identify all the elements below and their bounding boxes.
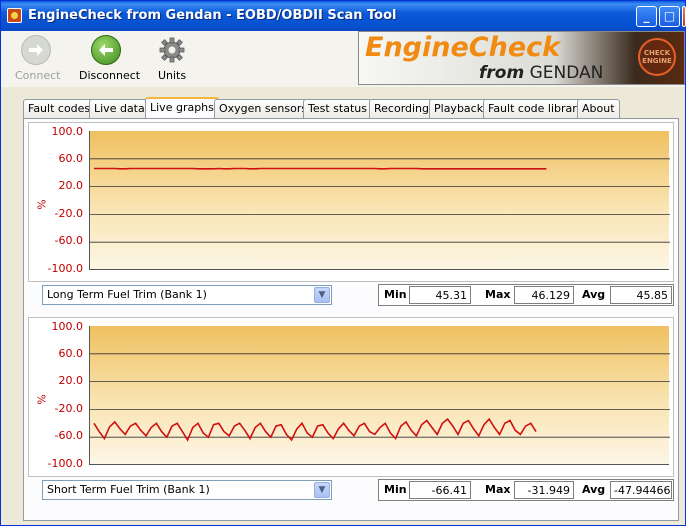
window-title: EngineCheck from Gendan - EOBD/OBDII Sca… (28, 8, 397, 23)
max-label: Max (485, 483, 511, 496)
plot-area-2 (89, 326, 670, 465)
graph-2-controls: Short Term Fuel Trim (Bank 1) ▼ Min -66.… (28, 477, 674, 503)
tab-fault-code-library[interactable]: Fault code library (483, 99, 589, 119)
tab-oxygen-sensors[interactable]: Oxygen sensors (214, 99, 313, 119)
avg-value: -47.94466 (610, 481, 672, 499)
minimize-button[interactable]: _ (636, 6, 657, 27)
y-tick: -60.0 (54, 234, 83, 247)
trace-chart-1 (90, 158, 670, 243)
y-tick: 100.0 (51, 320, 84, 333)
avg-value: 45.85 (610, 286, 672, 304)
enginecheck-logo: EngineCheck from GENDAN CHECK ENGINE (358, 31, 685, 85)
tab-fault-codes[interactable]: Fault codes (23, 99, 96, 119)
avg-label: Avg (582, 288, 606, 301)
graph-1-controls: Long Term Fuel Trim (Bank 1) ▼ Min 45.31… (28, 282, 674, 308)
tab-recording[interactable]: Recording (369, 99, 435, 119)
min-value: 45.31 (409, 286, 471, 304)
parameter-select-2[interactable]: Short Term Fuel Trim (Bank 1) ▼ (42, 480, 332, 500)
tab-live-data[interactable]: Live data (89, 99, 150, 119)
y-tick: 20.0 (58, 179, 84, 192)
y-tick: 60.0 (58, 152, 84, 165)
app-icon[interactable] (7, 8, 22, 23)
max-label: Max (485, 288, 511, 301)
connect-button[interactable]: Connect (15, 35, 61, 82)
y-tick: -100.0 (47, 262, 83, 275)
tab-test-status[interactable]: Test status (303, 99, 372, 119)
close-button[interactable]: ✕ (682, 6, 686, 27)
chevron-down-icon[interactable]: ▼ (314, 482, 330, 498)
graph-1: % 100.0 60.0 20.0 -20.0 -60.0 -100.0 (28, 122, 674, 282)
stats-box-2: Min -66.41 Max -31.949 Avg -47.94466 (378, 479, 674, 501)
check-engine-icon: CHECK ENGINE (638, 38, 676, 76)
max-value: -31.949 (514, 481, 574, 499)
parameter-select-2-value: Short Term Fuel Trim (Bank 1) (47, 483, 210, 496)
y-tick: -100.0 (47, 457, 83, 470)
units-label: Units (157, 69, 187, 82)
trace-chart-2 (90, 353, 670, 442)
disconnect-button[interactable]: Disconnect (79, 35, 140, 82)
toolbar: Connect Disconnect Units EngineCheck fro… (1, 31, 685, 87)
arrow-left-icon (91, 35, 121, 65)
min-value: -66.41 (409, 481, 471, 499)
logo-subtitle: from GENDAN (479, 63, 604, 83)
arrow-right-icon (21, 35, 51, 65)
stats-box-1: Min 45.31 Max 46.129 Avg 45.85 (378, 284, 674, 306)
min-label: Min (384, 483, 407, 496)
gear-icon (157, 35, 187, 65)
y-tick: 20.0 (58, 374, 84, 387)
maximize-button[interactable]: □ (659, 6, 680, 27)
disconnect-label: Disconnect (79, 69, 141, 82)
connect-label: Connect (15, 69, 61, 82)
y-tick: -20.0 (54, 207, 83, 220)
tab-live-graphs[interactable]: Live graphs (145, 97, 219, 118)
logo-title: EngineCheck (365, 32, 561, 63)
y-tick: -60.0 (54, 429, 83, 442)
plot-area-1 (89, 131, 670, 270)
y-tick: -20.0 (54, 402, 83, 415)
tab-about[interactable]: About (577, 99, 620, 119)
units-button[interactable]: Units (157, 35, 187, 82)
main-window: EngineCheck from Gendan - EOBD/OBDII Sca… (0, 0, 686, 526)
chevron-down-icon[interactable]: ▼ (314, 287, 330, 303)
tab-playback[interactable]: Playback (429, 99, 489, 119)
parameter-select-1[interactable]: Long Term Fuel Trim (Bank 1) ▼ (42, 285, 332, 305)
y-tick: 100.0 (51, 125, 84, 138)
graph-2: % 100.0 60.0 20.0 -20.0 -60.0 -100.0 (28, 317, 674, 477)
avg-label: Avg (582, 483, 606, 496)
min-label: Min (384, 288, 407, 301)
title-bar: EngineCheck from Gendan - EOBD/OBDII Sca… (1, 1, 686, 31)
max-value: 46.129 (514, 286, 574, 304)
parameter-select-1-value: Long Term Fuel Trim (Bank 1) (47, 288, 207, 301)
y-tick: 60.0 (58, 347, 84, 360)
live-graphs-panel: % 100.0 60.0 20.0 -20.0 -60.0 -100.0 Lon… (23, 118, 679, 521)
